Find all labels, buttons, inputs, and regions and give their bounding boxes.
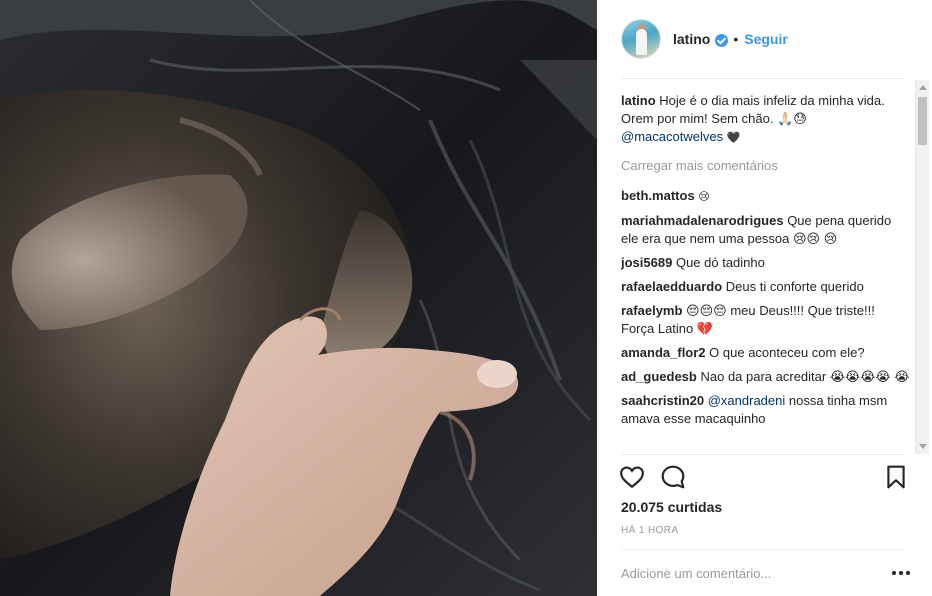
save-button[interactable] [883,464,909,490]
caption: latino Hoje é o dia mais infeliz da minh… [621,92,911,147]
action-bar [619,462,911,492]
comment-username[interactable]: rafaelaedduardo [621,279,722,294]
more-options-icon[interactable] [892,566,912,580]
post-header: latino • Seguir [599,0,932,78]
scroll-down-icon[interactable] [919,444,927,449]
verified-badge-icon [715,33,729,47]
comment-username[interactable]: ad_guedesb [621,369,697,384]
list-item: rafaelymb 😔😔😔 meu Deus!!!! Que triste!!!… [621,302,911,338]
list-item: amanda_flor2 O que aconteceu com ele? [621,344,911,362]
load-more-comments-button[interactable]: Carregar mais comentários [621,157,911,175]
comment-username[interactable]: saahcristin20 [621,393,704,408]
scroll-up-icon[interactable] [919,85,927,90]
likes-count[interactable]: 20.075 curtidas [621,499,722,515]
post-username[interactable]: latino [673,31,710,47]
like-button[interactable] [619,464,645,490]
divider [621,78,906,79]
list-item: rafaelaedduardo Deus ti conforte querido [621,278,911,296]
comment-text: Que dó tadinho [675,255,765,270]
post-sidebar: latino • Seguir latino Hoje é o dia mais… [598,0,932,596]
photo-illustration [0,0,597,596]
comment-username[interactable]: rafaelymb [621,303,682,318]
follow-button[interactable]: Seguir [744,31,788,47]
comments-scrollbar[interactable] [915,80,929,454]
comment-text: O que aconteceu com ele? [709,345,865,360]
list-item: mariahmadalenarodrigues Que pena querido… [621,212,911,248]
comment-text: Nao da para acreditar 😭😭😭😭 😭 [700,369,910,384]
comment-text: 😢 [698,190,710,203]
list-item: josi5689 Que dó tadinho [621,254,911,272]
comment-username[interactable]: mariahmadalenarodrigues [621,213,784,228]
comment-username[interactable]: beth.mattos [621,188,695,203]
divider [621,454,906,455]
caption-text: Hoje é o dia mais infeliz da minha vida.… [621,93,885,126]
add-comment-input[interactable] [621,562,871,584]
comment-mention[interactable]: @xandradeni [708,393,786,408]
caption-username[interactable]: latino [621,93,656,108]
caption-mention[interactable]: @macacotwelves [621,129,723,144]
avatar[interactable] [621,19,661,59]
comments-list[interactable]: latino Hoje é o dia mais infeliz da minh… [621,92,911,454]
post-timestamp[interactable]: HÁ 1 HORA [621,525,679,536]
post-photo[interactable] [0,0,597,596]
comment-text: Deus ti conforte querido [725,279,864,294]
comment-username[interactable]: amanda_flor2 [621,345,706,360]
divider [621,549,906,550]
heart-icon [620,466,644,489]
caption-emoji: 🖤 [726,131,741,144]
separator-dot: • [733,31,739,47]
bookmark-icon [887,465,905,489]
comment-bubble-icon [661,465,685,489]
list-item: ad_guedesb Nao da para acreditar 😭😭😭😭 😭 [621,368,911,386]
scrollbar-thumb[interactable] [918,97,927,145]
comment-username[interactable]: josi5689 [621,255,672,270]
list-item: saahcristin20 @xandradeni nossa tinha ms… [621,392,911,428]
comment-button[interactable] [660,464,686,490]
list-item: beth.mattos 😢 [621,187,911,206]
